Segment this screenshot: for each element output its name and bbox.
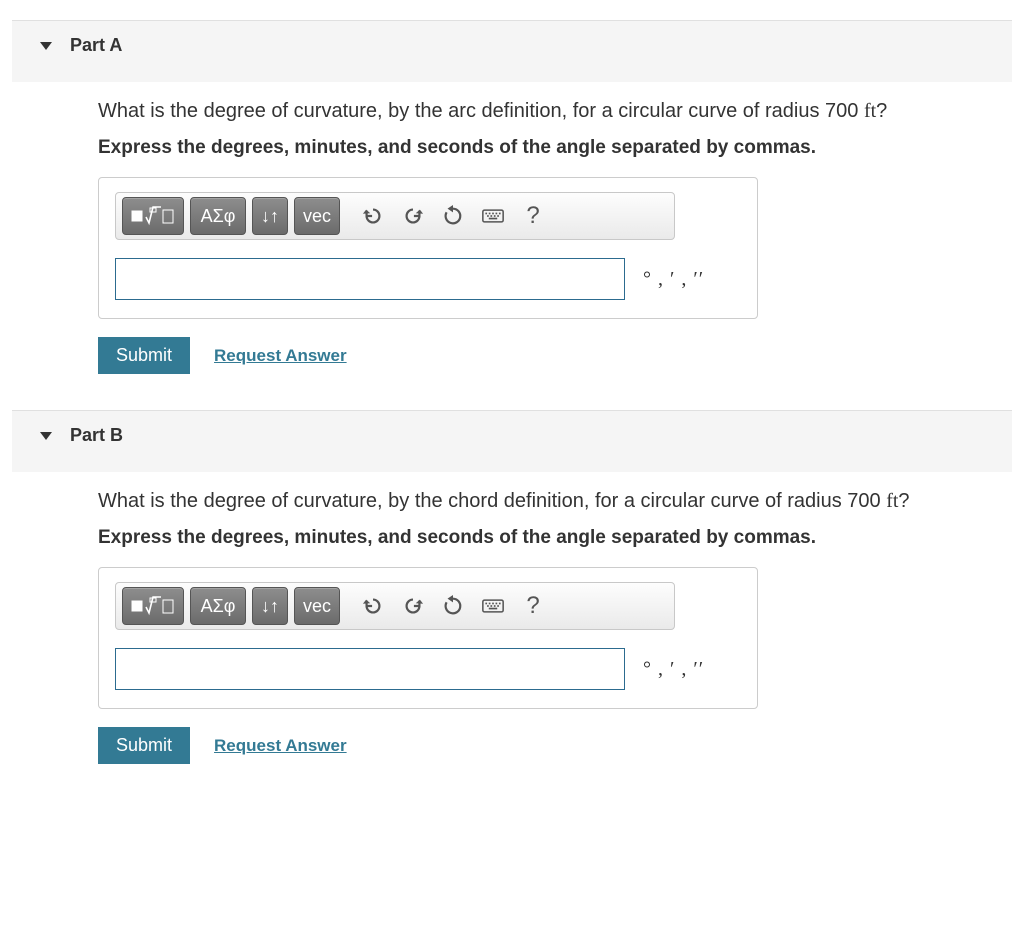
templates-button[interactable] xyxy=(122,197,184,235)
request-answer-link[interactable]: Request Answer xyxy=(214,346,347,366)
part-body: What is the degree of curvature, by the … xyxy=(12,82,1012,374)
keyboard-button[interactable] xyxy=(476,197,510,235)
templates-icon xyxy=(131,595,175,617)
caret-down-icon xyxy=(40,42,52,50)
units-suffix: ° , ′ , ′′ xyxy=(643,268,704,291)
question-prompt: What is the degree of curvature, by the … xyxy=(98,100,1012,123)
vector-button[interactable]: vec xyxy=(294,587,340,625)
submit-button[interactable]: Submit xyxy=(98,337,190,374)
part-title: Part B xyxy=(70,425,123,446)
reset-button[interactable] xyxy=(436,197,470,235)
part-B: Part B What is the degree of curvature, … xyxy=(12,410,1012,764)
answer-block: ΑΣφ ↓↑ vec xyxy=(98,567,758,709)
keyboard-button[interactable] xyxy=(476,587,510,625)
redo-icon xyxy=(402,205,424,227)
part-title: Part A xyxy=(70,35,122,56)
question-prompt: What is the degree of curvature, by the … xyxy=(98,490,1012,513)
greek-button[interactable]: ΑΣφ xyxy=(190,197,246,235)
request-answer-link[interactable]: Request Answer xyxy=(214,736,347,756)
undo-icon xyxy=(362,205,384,227)
redo-button[interactable] xyxy=(396,197,430,235)
caret-down-icon xyxy=(40,432,52,440)
submit-button[interactable]: Submit xyxy=(98,727,190,764)
keyboard-icon xyxy=(482,206,504,226)
templates-button[interactable] xyxy=(122,587,184,625)
undo-icon xyxy=(362,595,384,617)
greek-button[interactable]: ΑΣφ xyxy=(190,587,246,625)
answer-input[interactable] xyxy=(115,258,625,300)
keyboard-icon xyxy=(482,596,504,616)
part-header[interactable]: Part B xyxy=(12,410,1012,472)
answer-block: ΑΣφ ↓↑ vec xyxy=(98,177,758,319)
answer-instruction: Express the degrees, minutes, and second… xyxy=(98,137,1012,159)
undo-button[interactable] xyxy=(356,587,390,625)
redo-button[interactable] xyxy=(396,587,430,625)
subscript-superscript-button[interactable]: ↓↑ xyxy=(252,587,288,625)
subscript-superscript-button[interactable]: ↓↑ xyxy=(252,197,288,235)
help-button[interactable]: ? xyxy=(516,587,550,625)
reset-icon xyxy=(442,205,464,227)
part-body: What is the degree of curvature, by the … xyxy=(12,472,1012,764)
redo-icon xyxy=(402,595,424,617)
reset-button[interactable] xyxy=(436,587,470,625)
undo-button[interactable] xyxy=(356,197,390,235)
vector-button[interactable]: vec xyxy=(294,197,340,235)
templates-icon xyxy=(131,205,175,227)
help-button[interactable]: ? xyxy=(516,197,550,235)
equation-toolbar: ΑΣφ ↓↑ vec xyxy=(115,582,675,630)
answer-instruction: Express the degrees, minutes, and second… xyxy=(98,527,1012,549)
part-A: Part A What is the degree of curvature, … xyxy=(12,20,1012,374)
answer-input[interactable] xyxy=(115,648,625,690)
units-suffix: ° , ′ , ′′ xyxy=(643,658,704,681)
part-header[interactable]: Part A xyxy=(12,20,1012,82)
equation-toolbar: ΑΣφ ↓↑ vec xyxy=(115,192,675,240)
reset-icon xyxy=(442,595,464,617)
